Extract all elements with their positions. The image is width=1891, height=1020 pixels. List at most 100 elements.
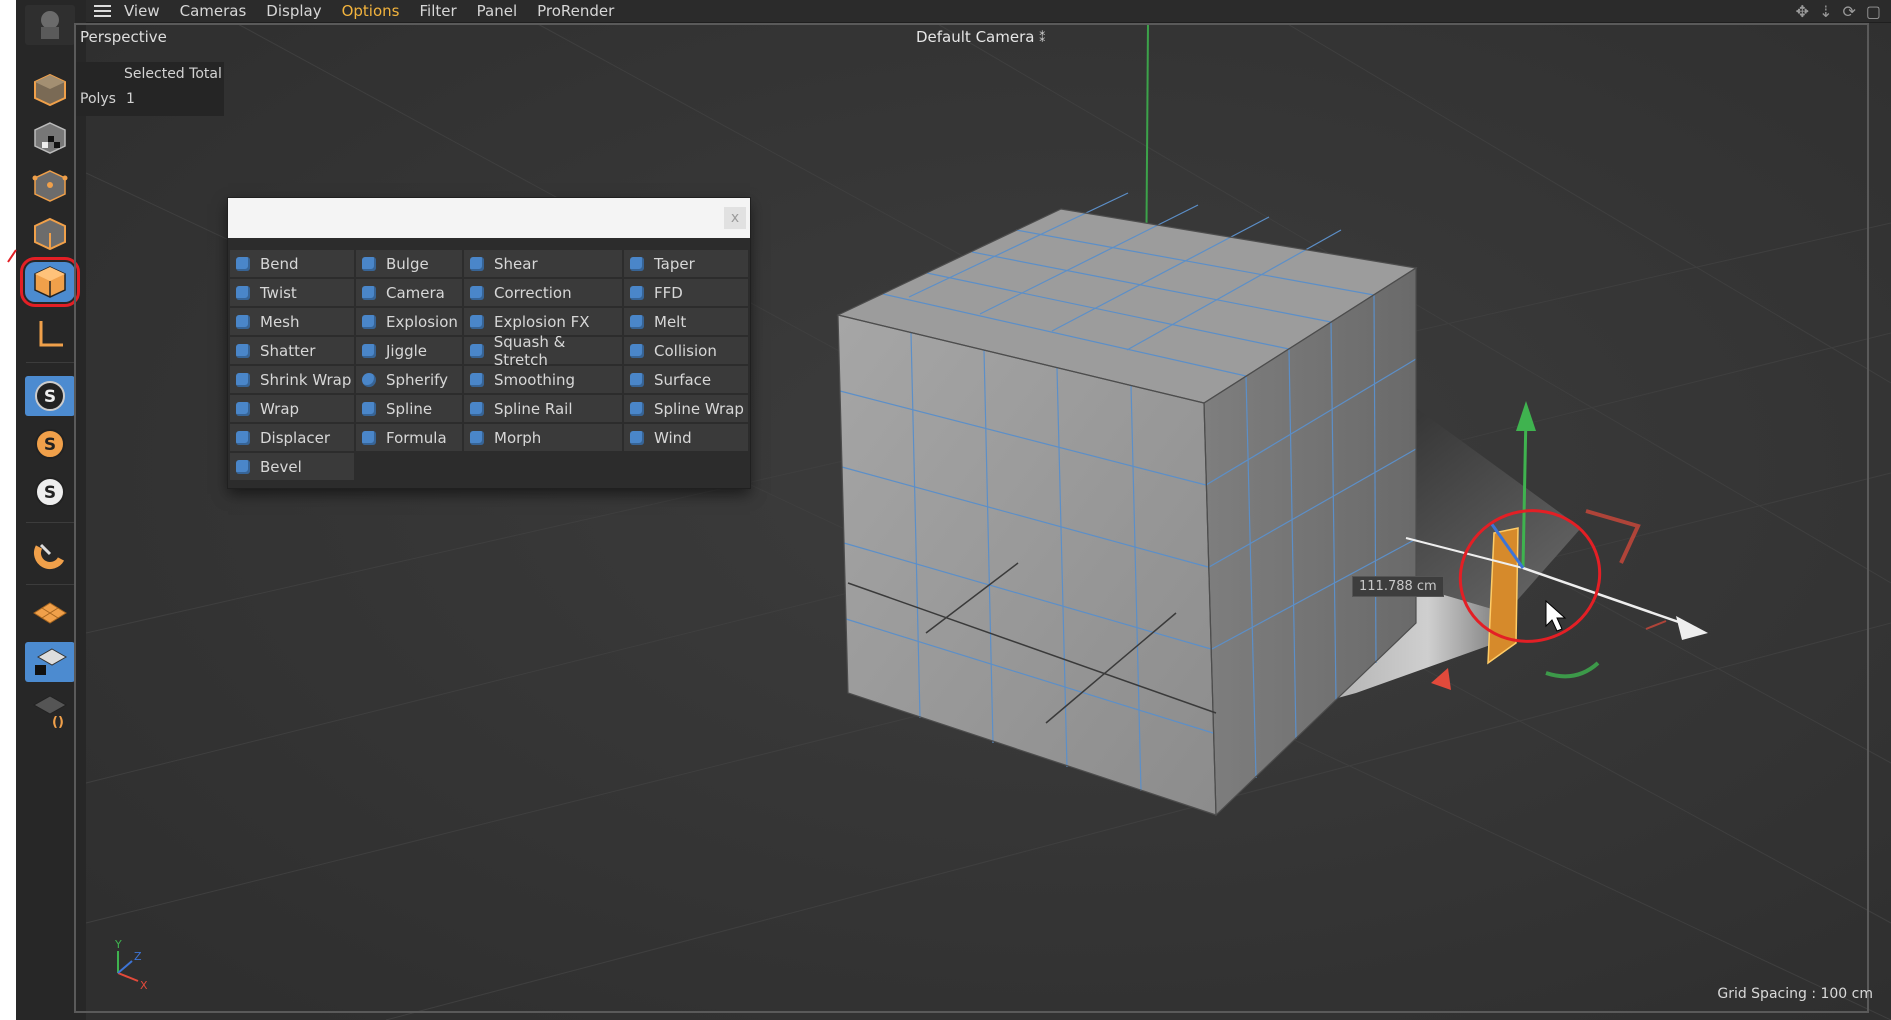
grid-spacing-label: Grid Spacing : 100 cm — [1717, 986, 1873, 1002]
spherify-icon — [362, 372, 376, 387]
shatter-icon — [236, 343, 250, 358]
menu-item-ffd[interactable]: FFD — [624, 279, 748, 306]
menu-cameras[interactable]: Cameras — [170, 0, 257, 22]
svg-text:S: S — [44, 387, 56, 407]
menu-item-spherify[interactable]: Spherify — [356, 366, 462, 393]
points-mode-icon[interactable] — [25, 166, 75, 206]
menu-item-spline[interactable]: Spline — [356, 395, 462, 422]
morph-icon — [470, 430, 484, 445]
svg-text:S: S — [44, 435, 56, 455]
shrink-wrap-icon — [236, 372, 250, 387]
ffd-icon — [630, 285, 644, 300]
surface-icon — [630, 372, 644, 387]
snap-icon[interactable]: S — [25, 376, 75, 416]
menu-item-bulge[interactable]: Bulge — [356, 250, 462, 277]
app-window: S S S () View Cameras Display Options Fi… — [0, 0, 1891, 1020]
camera-label[interactable]: Default Camera ⁑ — [916, 28, 1045, 46]
menu-item-shrink-wrap[interactable]: Shrink Wrap — [230, 366, 354, 393]
melt-icon — [630, 314, 644, 329]
menu-item-spline-rail[interactable]: Spline Rail — [464, 395, 622, 422]
menu-item-camera[interactable]: Camera — [356, 279, 462, 306]
menu-item-spline-wrap[interactable]: Spline Wrap — [624, 395, 748, 422]
hud-header: Selected Total — [124, 66, 222, 82]
menu-prorender[interactable]: ProRender — [527, 0, 624, 22]
hud-row-value: 1 — [126, 91, 135, 107]
menu-item-melt[interactable]: Melt — [624, 308, 748, 335]
menu-view[interactable]: View — [114, 0, 170, 22]
formula-icon — [362, 430, 376, 445]
annotation-tick — [7, 249, 17, 263]
snap-toggle-icon[interactable]: S — [25, 472, 75, 512]
menu-item-squash-stretch[interactable]: Squash & Stretch — [464, 333, 622, 369]
selection-hud: Selected Total Polys 1 — [76, 62, 224, 116]
menu-item-bevel[interactable]: Bevel — [230, 453, 354, 480]
popup-search-input[interactable] — [234, 204, 698, 232]
svg-text:Y: Y — [114, 938, 122, 951]
svg-text:X: X — [140, 979, 148, 992]
viewport-scene: Y Z X — [86, 23, 1891, 1020]
bend-icon — [236, 256, 250, 271]
menu-item-surface[interactable]: Surface — [624, 366, 748, 393]
menu-item-taper[interactable]: Taper — [624, 250, 748, 277]
zoom-view-icon[interactable]: ⇣ — [1819, 2, 1832, 21]
spline-rail-icon — [470, 401, 484, 416]
collision-icon — [630, 343, 644, 358]
menu-item-wind[interactable]: Wind — [624, 424, 748, 451]
camera-name: Default Camera — [916, 28, 1035, 46]
workplane-icon[interactable] — [25, 594, 75, 634]
menu-item-shear[interactable]: Shear — [464, 250, 622, 277]
wrap-icon — [236, 401, 250, 416]
edges-mode-icon[interactable] — [25, 214, 75, 254]
svg-text:(): () — [52, 715, 64, 728]
menu-item-explosion[interactable]: Explosion — [356, 308, 462, 335]
polygons-mode-icon[interactable] — [20, 257, 80, 307]
perspective-viewport[interactable]: Y Z X Perspective Default Camera ⁑ Selec… — [74, 23, 1891, 1020]
menu-item-smoothing[interactable]: Smoothing — [464, 366, 622, 393]
magnet-icon[interactable] — [25, 534, 75, 574]
move-view-icon[interactable]: ✥ — [1796, 2, 1809, 21]
displacer-icon — [236, 430, 250, 445]
wind-icon — [630, 430, 644, 445]
rotate-view-icon[interactable]: ⟳ — [1842, 2, 1855, 21]
menu-panel[interactable]: Panel — [467, 0, 527, 22]
app-logo-icon — [25, 5, 75, 45]
menu-filter[interactable]: Filter — [409, 0, 466, 22]
menu-options[interactable]: Options — [332, 0, 410, 22]
correction-icon — [470, 285, 484, 300]
menu-item-twist[interactable]: Twist — [230, 279, 354, 306]
spline-wrap-icon — [630, 401, 644, 416]
viewport-nav-icons: ✥ ⇣ ⟳ ▢ — [1796, 2, 1881, 21]
menu-item-jiggle[interactable]: Jiggle — [356, 337, 462, 364]
menu-display[interactable]: Display — [256, 0, 331, 22]
camera-deformer-icon — [362, 285, 376, 300]
menu-item-formula[interactable]: Formula — [356, 424, 462, 451]
toggle-layout-icon[interactable]: ▢ — [1866, 2, 1881, 21]
lock-workplane-icon[interactable] — [25, 642, 75, 682]
snap-settings-icon[interactable]: S — [25, 424, 75, 464]
hud-row-label: Polys — [80, 91, 116, 107]
menu-item-collision[interactable]: Collision — [624, 337, 748, 364]
menu-item-mesh[interactable]: Mesh — [230, 308, 354, 335]
viewport-name-label[interactable]: Perspective — [80, 28, 167, 46]
axis-mode-icon[interactable] — [25, 314, 75, 354]
menu-item-displacer[interactable]: Displacer — [230, 424, 354, 451]
camera-icon: ⁑ — [1039, 31, 1046, 45]
popup-close-button[interactable]: x — [724, 207, 746, 229]
jiggle-icon — [362, 343, 376, 358]
viewport-menu-bar: View Cameras Display Options Filter Pane… — [86, 0, 1891, 23]
hamburger-menu-icon[interactable] — [86, 0, 114, 22]
menu-item-morph[interactable]: Morph — [464, 424, 622, 451]
workplane-dynamic-icon[interactable]: () — [25, 690, 75, 730]
shear-icon — [470, 256, 484, 271]
mesh-icon — [236, 314, 250, 329]
explosion-icon — [362, 314, 376, 329]
menu-item-bend[interactable]: Bend — [230, 250, 354, 277]
menu-item-correction[interactable]: Correction — [464, 279, 622, 306]
texture-mode-icon[interactable] — [25, 118, 75, 158]
svg-text:Z: Z — [134, 950, 142, 963]
menu-item-explosion-fx[interactable]: Explosion FX — [464, 308, 622, 335]
squash-stretch-icon — [470, 343, 484, 358]
menu-item-shatter[interactable]: Shatter — [230, 337, 354, 364]
menu-item-wrap[interactable]: Wrap — [230, 395, 354, 422]
model-mode-icon[interactable] — [25, 70, 75, 110]
